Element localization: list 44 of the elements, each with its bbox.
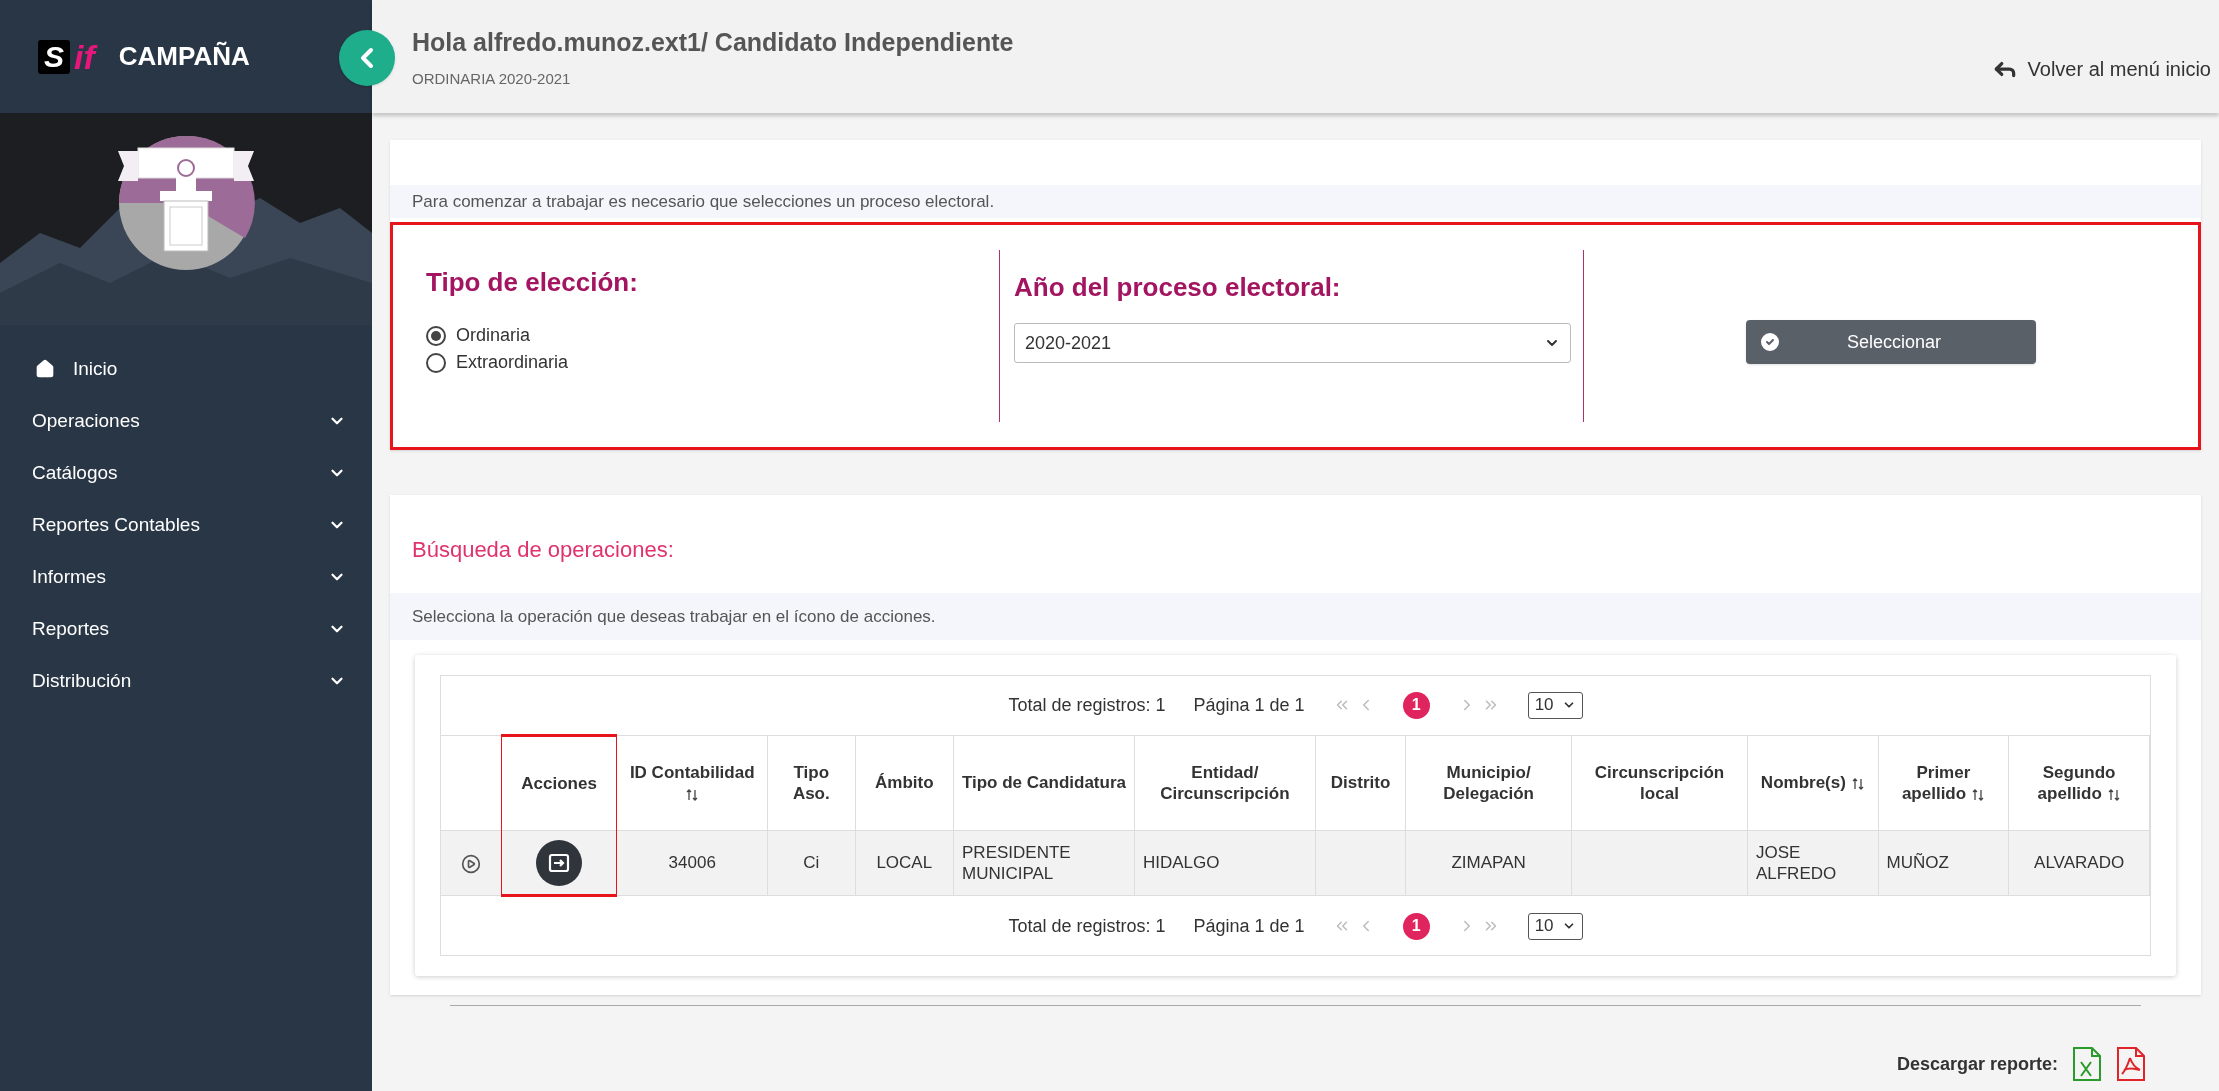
table-cell: ALVARADO [2008,830,2150,896]
select-button[interactable]: Seleccionar [1746,320,2036,364]
page-indicator: Página 1 de 1 [1193,914,1305,938]
brand-title: CAMPAÑA [118,40,250,73]
table-cell: 34006 [616,830,768,896]
table-cell: ZIMAPAN [1405,830,1572,896]
intro-text: Para comenzar a trabajar es necesario que selecciones un proceso electoral. [412,190,995,213]
table-cell: JOSE ALFREDO [1747,830,1879,896]
sidebar-item[interactable]: Reportes [0,603,372,655]
excel-file-icon[interactable] [2072,1046,2102,1082]
table-cell: HIDALGO [1134,830,1316,896]
collapse-sidebar-button[interactable] [339,30,395,86]
table-cell: MUÑOZ [1878,830,2009,896]
section-label: Tipo de elección: [426,266,639,299]
greeting-title: Hola alfredo.munoz.ext1/ Candidato Independiente [412,27,1014,58]
sidebar-item[interactable]: Reportes Contables [0,499,372,551]
section-title: Búsqueda de operaciones: [411,536,675,564]
sidebar-item[interactable]: Distribución [0,655,372,707]
radio-option[interactable]: Ordinaria [426,322,999,349]
page-size-select[interactable]: 10 [1527,912,1583,940]
year-select[interactable]: 2020-2021 [1014,323,1571,363]
hint-text: Selecciona la operación que deseas trabajar en el ícono de acciones. [412,605,936,628]
process-subtitle: ORDINARIA 2020-2021 [412,68,572,89]
page-button[interactable]: 1 [1402,691,1430,719]
section-label: Año del proceso electoral: [1014,271,1342,304]
table-cell: Ci [767,830,856,896]
check-circle-icon [1758,330,1782,354]
table-cell: PRESIDENTE MUNICIPAL [953,830,1135,896]
page-indicator: Página 1 de 1 [1193,693,1305,717]
sidebar-item[interactable]: Catálogos [0,447,372,499]
page-button[interactable]: 1 [1402,912,1430,940]
page-size-select[interactable]: 10 [1527,691,1583,719]
total-records: Total de registros: 1 [1008,693,1166,717]
sidebar-item[interactable]: Informes [0,551,372,603]
back-to-menu-link[interactable]: Volver al menú inicio [1991,54,2211,84]
expand-row-icon[interactable] [460,853,481,874]
download-label: Descargar reporte: [1896,1052,2058,1076]
sidebar-item[interactable]: Operaciones [0,395,372,447]
radio-option[interactable]: Extraordinaria [426,349,999,376]
total-records: Total de registros: 1 [1008,914,1166,938]
pdf-file-icon[interactable] [2116,1046,2146,1082]
table-cell: LOCAL [855,830,954,896]
sidebar-item[interactable]: Inicio [0,343,372,395]
home-icon [35,359,55,379]
